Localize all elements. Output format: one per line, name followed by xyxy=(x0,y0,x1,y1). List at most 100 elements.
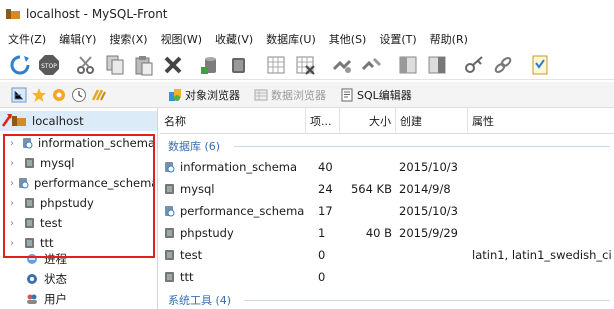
connect-icon[interactable] xyxy=(330,53,354,77)
tree-node-label: mysql xyxy=(40,156,75,170)
refresh-icon[interactable] xyxy=(8,53,32,77)
row-size: 564 KB xyxy=(350,182,392,196)
column-header-attributes[interactable]: 属性 xyxy=(468,108,614,134)
chevron-right-icon[interactable]: › xyxy=(10,178,14,189)
column-header-created[interactable]: 创建 xyxy=(396,108,468,134)
row-name-cell: performance_schema xyxy=(164,200,306,222)
process-icon xyxy=(27,254,37,264)
system-database-icon xyxy=(165,206,175,217)
group-system-tools[interactable]: 系统工具 (4) xyxy=(168,292,231,308)
database-icon xyxy=(25,158,34,168)
new-database-icon[interactable] xyxy=(198,53,222,77)
row-items: 1 xyxy=(318,226,326,240)
tree-view-icon[interactable] xyxy=(10,86,28,104)
tree-node-users[interactable]: 用户 xyxy=(26,290,67,308)
column-header-name[interactable]: 名称 xyxy=(160,108,306,134)
row-name-cell: information_schema xyxy=(164,156,306,178)
red-arrow-annotation xyxy=(2,114,12,127)
table-row[interactable]: phpstudy 1 40 B 2015/9/29 xyxy=(160,222,614,244)
row-name-cell: mysql xyxy=(164,178,306,200)
row-name-cell: ttt xyxy=(164,266,306,288)
table-row[interactable]: mysql 24 564 KB 2014/9/8 xyxy=(160,178,614,200)
delete-icon[interactable] xyxy=(161,53,185,77)
tree-node-phpstudy[interactable]: › phpstudy xyxy=(10,193,155,213)
menu-settings[interactable]: 设置(T) xyxy=(379,31,416,47)
disconnect-icon[interactable] xyxy=(359,53,383,77)
table-row[interactable]: test 0 latin1, latin1_swedish_ci xyxy=(160,244,614,266)
menu-help[interactable]: 帮助(R) xyxy=(430,31,468,47)
menu-bar: 文件(Z) 编辑(Y) 搜索(X) 视图(W) 收藏(V) 数据库(U) 其他(… xyxy=(0,30,614,48)
tree-node-mysql[interactable]: › mysql xyxy=(10,153,155,173)
database-icon xyxy=(165,228,174,238)
column-header-items[interactable]: 项... xyxy=(306,108,340,134)
row-created xyxy=(399,266,469,288)
tab-object-browser[interactable]: 对象浏览器 xyxy=(164,85,244,105)
menu-other[interactable]: 其他(S) xyxy=(329,31,367,47)
tree-node-label: test xyxy=(40,216,63,230)
export-icon[interactable] xyxy=(425,53,449,77)
tree-node-test[interactable]: › test xyxy=(10,213,155,233)
menu-file[interactable]: 文件(Z) xyxy=(8,31,46,47)
chevron-right-icon[interactable]: › xyxy=(10,238,20,249)
tree-node-processes[interactable]: 进程 xyxy=(26,250,67,268)
table-row[interactable]: information_schema 40 2015/10/3 xyxy=(160,156,614,178)
row-attributes xyxy=(472,178,614,200)
tree-node-label: 用户 xyxy=(44,292,67,306)
column-header-size[interactable]: 大小 xyxy=(340,108,396,134)
system-database-icon xyxy=(22,138,33,149)
stop-icon[interactable]: STOP xyxy=(37,53,61,77)
grid-icon[interactable] xyxy=(264,53,288,77)
import-icon[interactable] xyxy=(396,53,420,77)
chevron-right-icon[interactable]: › xyxy=(10,218,20,229)
view-toolbar: 对象浏览器 数据浏览器 SQL编辑器 xyxy=(0,82,614,108)
menu-database[interactable]: 数据库(U) xyxy=(266,31,316,47)
row-created: 2014/9/8 xyxy=(399,182,451,196)
tree-node-label: ttt xyxy=(40,236,54,250)
status-icon xyxy=(27,274,37,284)
history-clock-icon[interactable] xyxy=(70,86,88,104)
row-attributes xyxy=(472,222,614,244)
group-databases[interactable]: 数据库 (6) xyxy=(168,138,220,154)
grid-delete-icon[interactable] xyxy=(293,53,317,77)
table-row[interactable]: performance_schema 17 2015/10/3 xyxy=(160,200,614,222)
bookmark-icon[interactable] xyxy=(50,86,68,104)
favorites-star-icon[interactable] xyxy=(30,86,48,104)
notes-icon[interactable] xyxy=(528,53,552,77)
menu-search[interactable]: 搜索(X) xyxy=(109,31,147,47)
svg-text:STOP: STOP xyxy=(41,63,57,70)
filter-icon[interactable] xyxy=(90,86,108,104)
row-attributes xyxy=(472,156,614,178)
row-size xyxy=(342,266,392,288)
paste-icon[interactable] xyxy=(132,53,156,77)
tree-node-status[interactable]: 状态 xyxy=(26,270,67,288)
copy-icon[interactable] xyxy=(103,53,127,77)
database-icon xyxy=(25,238,34,248)
chevron-right-icon[interactable]: › xyxy=(10,138,18,149)
menu-edit[interactable]: 编辑(Y) xyxy=(59,31,96,47)
data-browser-icon xyxy=(254,89,268,100)
row-items: 17 xyxy=(318,204,333,218)
database-icon xyxy=(165,184,174,194)
database-icon xyxy=(165,250,174,260)
chevron-right-icon[interactable]: › xyxy=(10,158,20,169)
group-divider xyxy=(244,300,610,301)
new-table-icon[interactable] xyxy=(227,53,251,77)
chevron-right-icon[interactable]: › xyxy=(10,198,20,209)
tree-node-performance-schema[interactable]: › performance_schema xyxy=(10,173,155,193)
tree-root-localhost[interactable]: localhost xyxy=(0,111,157,131)
tab-sql-editor[interactable]: SQL编辑器 xyxy=(336,85,416,105)
tab-data-browser-label: 数据浏览器 xyxy=(271,88,326,102)
main-toolbar: STOP xyxy=(0,50,614,80)
row-items: 40 xyxy=(318,160,333,174)
row-name: ttt xyxy=(180,270,194,284)
row-size xyxy=(342,244,392,266)
tab-data-browser[interactable]: 数据浏览器 xyxy=(250,85,330,105)
tree-node-information-schema[interactable]: › information_schema xyxy=(10,133,155,153)
cut-icon[interactable] xyxy=(74,53,98,77)
menu-view[interactable]: 视图(W) xyxy=(161,31,202,47)
key-icon[interactable] xyxy=(462,53,486,77)
link-icon[interactable] xyxy=(491,53,515,77)
table-row[interactable]: ttt 0 xyxy=(160,266,614,288)
row-size xyxy=(342,200,392,222)
menu-favorites[interactable]: 收藏(V) xyxy=(215,31,253,47)
